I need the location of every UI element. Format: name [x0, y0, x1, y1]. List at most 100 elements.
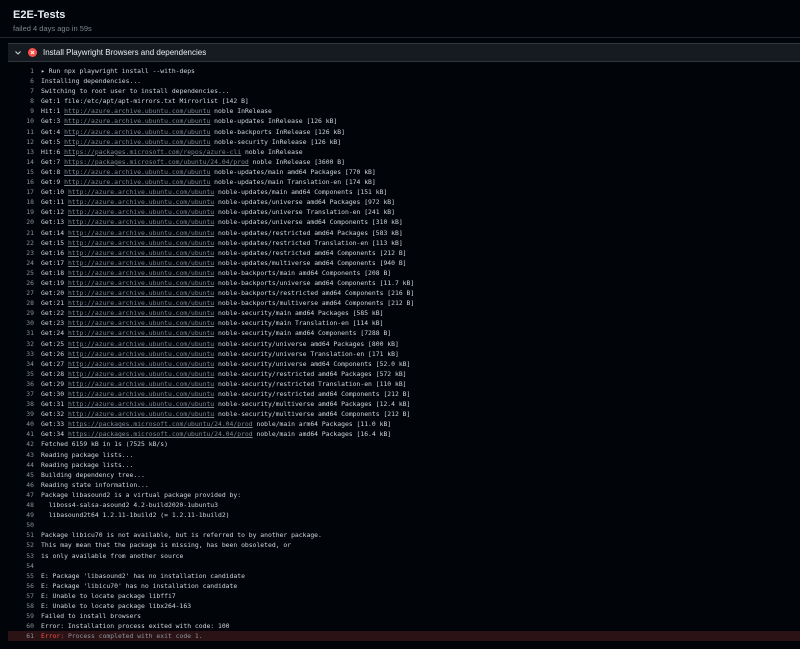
log-line: 61 Error: Process completed with exit cod…	[8, 631, 800, 642]
log-link[interactable]: https://packages.microsoft.com/ubuntu/24…	[64, 158, 249, 166]
line-number[interactable]: 33	[8, 349, 34, 359]
line-number[interactable]: 34	[8, 359, 34, 369]
log-link[interactable]: http://azure.archive.ubuntu.com/ubuntu	[68, 360, 214, 368]
line-number[interactable]: 60	[8, 621, 34, 631]
log-link[interactable]: http://azure.archive.ubuntu.com/ubuntu	[68, 390, 214, 398]
log-link[interactable]: https://packages.microsoft.com/repos/azu…	[64, 148, 241, 156]
log-link[interactable]: http://azure.archive.ubuntu.com/ubuntu	[68, 208, 214, 216]
log-link[interactable]: http://azure.archive.ubuntu.com/ubuntu	[68, 329, 214, 337]
line-number[interactable]: 30	[8, 318, 34, 328]
log-link[interactable]: http://azure.archive.ubuntu.com/ubuntu	[68, 198, 214, 206]
line-number[interactable]: 19	[8, 207, 34, 217]
log-link[interactable]: http://azure.archive.ubuntu.com/ubuntu	[68, 259, 214, 267]
log-link[interactable]: http://azure.archive.ubuntu.com/ubuntu	[68, 400, 214, 408]
line-number[interactable]: 50	[8, 520, 34, 530]
log-link[interactable]: http://azure.archive.ubuntu.com/ubuntu	[64, 128, 210, 136]
log-link[interactable]: http://azure.archive.ubuntu.com/ubuntu	[68, 410, 214, 418]
log-link[interactable]: https://packages.microsoft.com/ubuntu/24…	[68, 420, 253, 428]
line-number[interactable]: 61	[8, 631, 34, 641]
line-number[interactable]: 48	[8, 500, 34, 510]
line-number[interactable]: 13	[8, 147, 34, 157]
log-link[interactable]: http://azure.archive.ubuntu.com/ubuntu	[68, 289, 214, 297]
line-number[interactable]: 8	[8, 96, 34, 106]
line-number[interactable]: 44	[8, 460, 34, 470]
log-link[interactable]: http://azure.archive.ubuntu.com/ubuntu	[68, 218, 214, 226]
line-number[interactable]: 26	[8, 278, 34, 288]
log-link[interactable]: http://azure.archive.ubuntu.com/ubuntu	[64, 168, 210, 176]
log-link[interactable]: http://azure.archive.ubuntu.com/ubuntu	[68, 309, 214, 317]
line-number[interactable]: 12	[8, 137, 34, 147]
log-link[interactable]: http://azure.archive.ubuntu.com/ubuntu	[68, 380, 214, 388]
line-number[interactable]: 53	[8, 551, 34, 561]
log-line: 14 Get:7 https://packages.microsoft.com/u…	[8, 157, 800, 167]
line-number[interactable]: 52	[8, 540, 34, 550]
line-number[interactable]: 51	[8, 530, 34, 540]
line-number[interactable]: 16	[8, 177, 34, 187]
line-number[interactable]: 11	[8, 127, 34, 137]
log-link[interactable]: http://azure.archive.ubuntu.com/ubuntu	[68, 350, 214, 358]
step-header[interactable]: Install Playwright Browsers and dependen…	[8, 43, 800, 62]
line-number[interactable]: 15	[8, 167, 34, 177]
log-link[interactable]: http://azure.archive.ubuntu.com/ubuntu	[68, 319, 214, 327]
log-link[interactable]: http://azure.archive.ubuntu.com/ubuntu	[68, 269, 214, 277]
line-number[interactable]: 6	[8, 76, 34, 86]
line-number[interactable]: 9	[8, 106, 34, 116]
line-number[interactable]: 42	[8, 439, 34, 449]
line-number[interactable]: 27	[8, 288, 34, 298]
log-text-prefix: Get:24	[41, 329, 68, 338]
line-number[interactable]: 14	[8, 157, 34, 167]
line-number[interactable]: 17	[8, 187, 34, 197]
line-number[interactable]: 57	[8, 591, 34, 601]
line-number[interactable]: 25	[8, 268, 34, 278]
line-number[interactable]: 39	[8, 409, 34, 419]
log-text: Building dependency tree...	[41, 470, 145, 479]
line-number[interactable]: 49	[8, 510, 34, 520]
line-number[interactable]: 28	[8, 298, 34, 308]
line-number[interactable]: 59	[8, 611, 34, 621]
log-link[interactable]: http://azure.archive.ubuntu.com/ubuntu	[68, 188, 214, 196]
line-number[interactable]: 29	[8, 308, 34, 318]
log-link[interactable]: http://azure.archive.ubuntu.com/ubuntu	[68, 229, 214, 237]
log-link[interactable]: http://azure.archive.ubuntu.com/ubuntu	[64, 107, 210, 115]
line-number[interactable]: 1	[8, 66, 34, 76]
line-number[interactable]: 22	[8, 238, 34, 248]
line-number[interactable]: 47	[8, 490, 34, 500]
line-number[interactable]: 43	[8, 450, 34, 460]
line-number[interactable]: 54	[8, 561, 34, 571]
line-number[interactable]: 31	[8, 328, 34, 338]
log-link[interactable]: http://azure.archive.ubuntu.com/ubuntu	[68, 279, 214, 287]
log-link[interactable]: http://azure.archive.ubuntu.com/ubuntu	[64, 117, 210, 125]
line-number[interactable]: 41	[8, 429, 34, 439]
line-number[interactable]: 45	[8, 470, 34, 480]
line-number[interactable]: 20	[8, 217, 34, 227]
line-number[interactable]: 55	[8, 571, 34, 581]
line-number[interactable]: 40	[8, 419, 34, 429]
log-text-suffix: noble-security/restricted Translation-en…	[214, 379, 407, 388]
log-link[interactable]: http://azure.archive.ubuntu.com/ubuntu	[68, 370, 214, 378]
line-number[interactable]: 46	[8, 480, 34, 490]
log-link[interactable]: http://azure.archive.ubuntu.com/ubuntu	[68, 340, 214, 348]
log-link[interactable]: http://azure.archive.ubuntu.com/ubuntu	[64, 178, 210, 186]
line-number[interactable]: 37	[8, 389, 34, 399]
log-link[interactable]: http://azure.archive.ubuntu.com/ubuntu	[68, 249, 214, 257]
log-text-prefix: Get:17	[41, 258, 68, 267]
log-line: 21 Get:14 http://azure.archive.ubuntu.com…	[8, 228, 800, 238]
line-number[interactable]: 36	[8, 379, 34, 389]
line-number[interactable]: 56	[8, 581, 34, 591]
line-number[interactable]: 23	[8, 248, 34, 258]
log-link[interactable]: http://azure.archive.ubuntu.com/ubuntu	[68, 239, 214, 247]
line-number[interactable]: 32	[8, 339, 34, 349]
line-number[interactable]: 35	[8, 369, 34, 379]
line-number[interactable]: 38	[8, 399, 34, 409]
line-number[interactable]: 7	[8, 86, 34, 96]
log-text: Reading package lists...	[41, 460, 134, 469]
line-number[interactable]: 18	[8, 197, 34, 207]
line-number[interactable]: 10	[8, 116, 34, 126]
line-number[interactable]: 21	[8, 228, 34, 238]
log-link[interactable]: http://azure.archive.ubuntu.com/ubuntu	[68, 299, 214, 307]
log-link[interactable]: http://azure.archive.ubuntu.com/ubuntu	[64, 138, 210, 146]
line-number[interactable]: 58	[8, 601, 34, 611]
chevron-down-icon[interactable]	[11, 46, 25, 60]
line-number[interactable]: 24	[8, 258, 34, 268]
log-link[interactable]: https://packages.microsoft.com/ubuntu/24…	[68, 430, 253, 438]
